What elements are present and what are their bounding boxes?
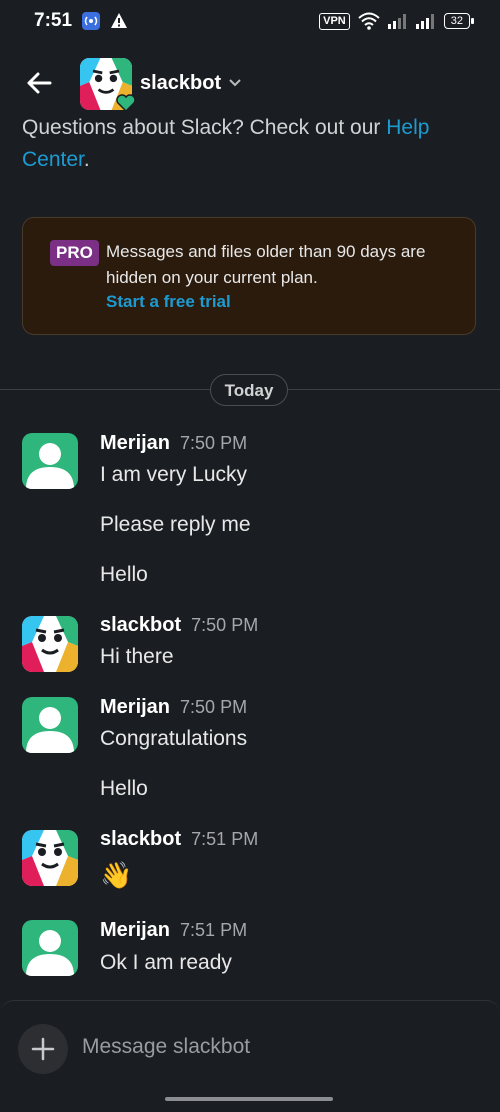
message-text[interactable]: Hello (100, 777, 148, 801)
sender-name[interactable]: Merijan (100, 432, 170, 454)
message-header: Merijan 7:51 PM (100, 919, 247, 942)
message-text[interactable]: Hi there (100, 645, 174, 669)
signal-icon-2 (415, 14, 434, 29)
channel-title[interactable]: slackbot (140, 72, 221, 95)
user-silhouette-icon (26, 443, 74, 489)
hotspot-icon (82, 12, 100, 30)
message-time: 7:51 PM (180, 920, 248, 940)
user-silhouette-icon (26, 930, 74, 976)
start-free-trial-link[interactable]: Start a free trial (106, 292, 231, 312)
vpn-badge: VPN (319, 12, 350, 30)
message-header: Merijan 7:50 PM (100, 432, 247, 455)
wave-emoji[interactable]: 👋 (100, 860, 132, 891)
message-text[interactable]: Hello (100, 563, 148, 587)
message-text[interactable]: I am very Lucky (100, 463, 247, 487)
today-label[interactable]: Today (210, 374, 288, 406)
intro-text: Questions about Slack? Check out our Hel… (22, 116, 430, 171)
status-right-icons: VPN 32 (319, 12, 475, 30)
back-arrow-icon[interactable] (24, 68, 54, 98)
sender-name[interactable]: Merijan (100, 696, 170, 718)
message-time: 7:50 PM (180, 697, 248, 717)
wifi-icon (358, 12, 380, 30)
sender-name[interactable]: Merijan (100, 919, 170, 941)
message-header: slackbot 7:50 PM (100, 614, 258, 637)
user-avatar[interactable] (22, 697, 78, 753)
home-indicator[interactable] (165, 1097, 333, 1101)
user-avatar[interactable] (22, 920, 78, 976)
online-heart-icon (116, 94, 136, 112)
message-input[interactable]: Message slackbot (82, 1035, 250, 1059)
sender-name[interactable]: slackbot (100, 614, 181, 636)
banner-text: Messages and files older than 90 days ar… (106, 242, 426, 287)
sender-name[interactable]: slackbot (100, 828, 181, 850)
message-header: slackbot 7:51 PM (100, 828, 258, 851)
message-time: 7:50 PM (191, 615, 259, 635)
user-avatar[interactable] (22, 433, 78, 489)
warning-icon (111, 13, 127, 28)
message-text[interactable]: Please reply me (100, 513, 251, 537)
slackbot-avatar[interactable] (22, 830, 78, 886)
header-bar (0, 52, 500, 116)
signal-icon (387, 14, 406, 29)
battery-indicator: 32 (443, 13, 475, 29)
add-attachment-button[interactable] (18, 1024, 68, 1074)
message-time: 7:51 PM (191, 829, 259, 849)
status-left-icons (82, 12, 128, 30)
slackbot-avatar[interactable] (22, 616, 78, 672)
pro-badge: PRO (50, 240, 99, 266)
status-time: 7:51 (34, 10, 73, 31)
user-silhouette-icon (26, 707, 74, 753)
plus-icon (31, 1037, 55, 1061)
chevron-down-icon[interactable] (228, 76, 242, 90)
message-text[interactable]: Ok I am ready (100, 951, 232, 975)
message-header: Merijan 7:50 PM (100, 696, 247, 719)
message-text[interactable]: Congratulations (100, 727, 247, 751)
message-time: 7:50 PM (180, 433, 248, 453)
